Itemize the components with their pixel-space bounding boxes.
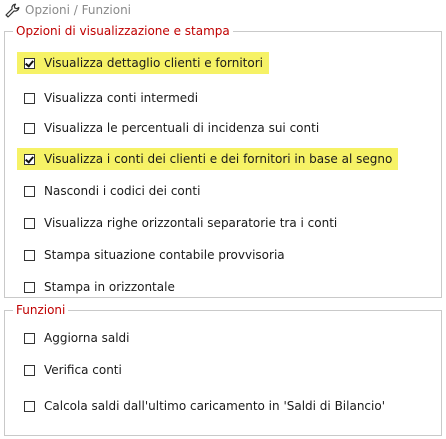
option-label: Visualizza le percentuali di incidenza s… — [44, 121, 320, 135]
checkbox[interactable] — [24, 400, 35, 412]
checkbox[interactable] — [24, 92, 35, 104]
function-label: Calcola saldi dall'ultimo caricamento in… — [44, 399, 386, 413]
function-label: Aggiorna saldi — [44, 331, 130, 345]
checkbox[interactable] — [24, 364, 35, 376]
wrench-icon — [5, 3, 20, 18]
option-label: Visualizza conti intermedi — [44, 91, 199, 105]
options-window: Opzioni / Funzioni Opzioni di visualizza… — [0, 0, 446, 439]
option-label: Visualizza i conti dei clienti e dei for… — [44, 152, 393, 166]
checkbox[interactable] — [24, 57, 35, 69]
option-label: Nascondi i codici dei conti — [44, 184, 201, 198]
checkbox[interactable] — [24, 332, 35, 344]
checkbox[interactable] — [24, 249, 35, 261]
checkbox[interactable] — [24, 185, 35, 197]
option-percentuali-incidenza[interactable]: Visualizza le percentuali di incidenza s… — [17, 117, 325, 139]
checkbox[interactable] — [24, 153, 35, 165]
function-aggiorna-saldi[interactable]: Aggiorna saldi — [17, 327, 136, 349]
option-label: Visualizza dettaglio clienti e fornitori — [44, 56, 263, 70]
functions-group-title: Funzioni — [13, 303, 69, 317]
function-verifica-conti[interactable]: Verifica conti — [17, 359, 128, 381]
functions-group: Funzioni Aggiorna saldi Verifica conti C… — [4, 303, 442, 436]
option-label: Visualizza righe orizzontali separatorie… — [44, 216, 338, 230]
option-conti-intermedi[interactable]: Visualizza conti intermedi — [17, 87, 204, 109]
checkbox[interactable] — [24, 281, 35, 293]
option-dettaglio-clienti-fornitori[interactable]: Visualizza dettaglio clienti e fornitori — [17, 52, 269, 74]
option-conti-in-base-al-segno[interactable]: Visualizza i conti dei clienti e dei for… — [17, 148, 399, 170]
function-label: Verifica conti — [44, 363, 122, 377]
checkbox[interactable] — [24, 217, 35, 229]
function-calcola-saldi[interactable]: Calcola saldi dall'ultimo caricamento in… — [17, 395, 391, 417]
options-group-title: Opzioni di visualizzazione e stampa — [13, 24, 233, 38]
option-situazione-provvisoria[interactable]: Stampa situazione contabile provvisoria — [17, 244, 291, 266]
options-group: Opzioni di visualizzazione e stampa Visu… — [4, 24, 442, 298]
option-label: Stampa in orizzontale — [44, 280, 175, 294]
title-bar: Opzioni / Funzioni — [0, 0, 446, 22]
option-stampa-orizzontale[interactable]: Stampa in orizzontale — [17, 276, 181, 298]
option-righe-separatorie[interactable]: Visualizza righe orizzontali separatorie… — [17, 212, 343, 234]
window-title: Opzioni / Funzioni — [25, 3, 132, 17]
option-label: Stampa situazione contabile provvisoria — [44, 248, 285, 262]
option-nascondi-codici[interactable]: Nascondi i codici dei conti — [17, 180, 206, 202]
checkbox[interactable] — [24, 122, 35, 134]
